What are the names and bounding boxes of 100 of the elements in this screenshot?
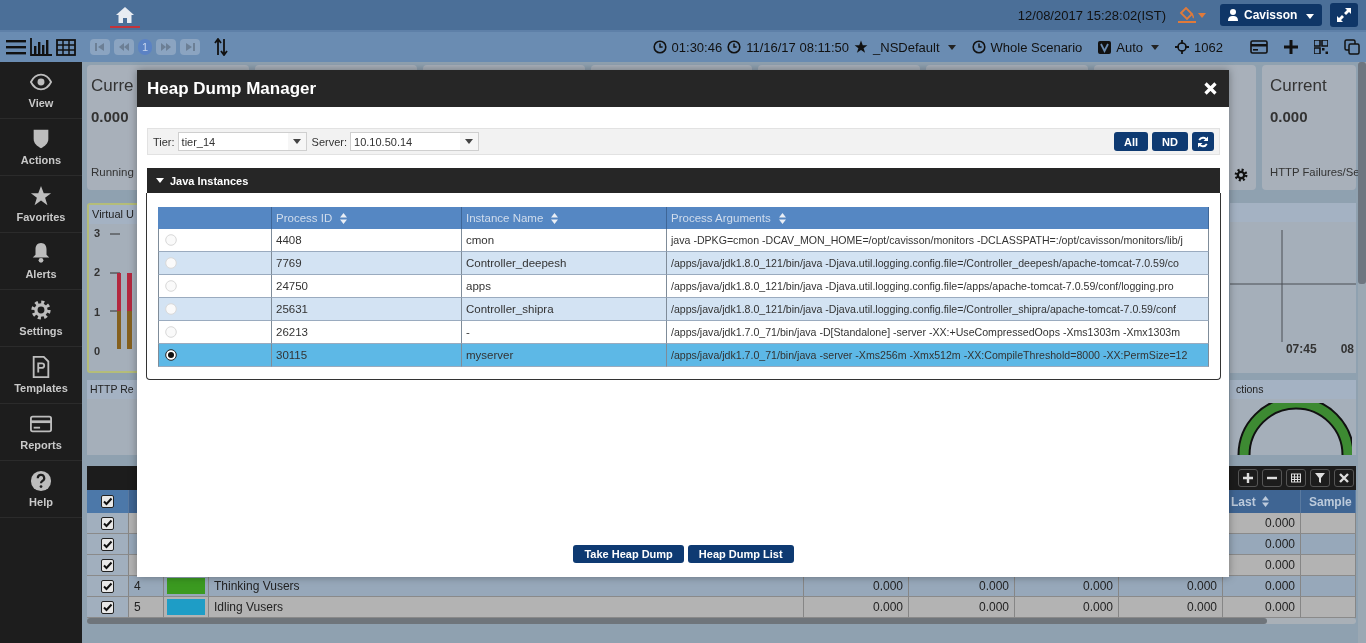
add-button[interactable]: [1238, 469, 1258, 487]
clock-icon: [727, 40, 742, 54]
checkbox[interactable]: [101, 558, 114, 572]
field-label: Tier:: [153, 135, 175, 148]
filter-button[interactable]: All: [1114, 132, 1149, 151]
filter-button[interactable]: [1310, 469, 1330, 487]
table-cell: 7769: [276, 257, 302, 269]
caret-icon: [1198, 12, 1206, 18]
table-cell: 30115: [276, 349, 308, 361]
remove-button[interactable]: [1262, 469, 1282, 487]
bar-chart-icon[interactable]: [30, 38, 52, 56]
table-cell: /apps/java/jdk1.7.0_71/bin/java -server -Xms256m -Xmx512m -XX:CompileThreshold=8000 -XX:PermSize=12: [671, 349, 1188, 361]
panel-title: Virtual U: [92, 208, 134, 220]
table-cell: 0.000: [1082, 579, 1113, 593]
table-icon: [1291, 473, 1301, 483]
clock-icon: [971, 40, 986, 54]
action-button[interactable]: Heap Dump List: [687, 545, 794, 563]
server-select[interactable]: 10.10.50.14: [350, 132, 480, 151]
metric-name: Idling Vusers: [214, 600, 283, 614]
row-number: 5: [134, 600, 141, 614]
user-icon: [1228, 9, 1238, 21]
user-menu-button[interactable]: Cavisson: [1220, 4, 1322, 26]
table-cell: apps: [466, 280, 491, 292]
add-icon: [1243, 473, 1253, 483]
table-cell: 4408: [276, 234, 302, 246]
table-cell: cmon: [466, 234, 495, 246]
table-cell: 0.000: [1186, 579, 1217, 593]
plus-icon[interactable]: [1284, 40, 1298, 54]
help-icon: [30, 470, 52, 492]
table-cell: java -DPKG=cmon -DCAV_MON_HOME=/opt/cavisson/monitors -DCLASSPATH=:/opt/cavisson/monitors/lib/j: [671, 234, 1183, 246]
settings-icon[interactable]: [1234, 168, 1248, 182]
table-cell: 0.000: [1186, 600, 1217, 614]
table-cell: 0.000: [1264, 600, 1295, 614]
expand-icon: [1337, 8, 1351, 22]
table-cell: -: [466, 326, 470, 338]
table-cell: 0.000: [978, 600, 1009, 614]
star-icon: [854, 40, 869, 54]
filter-icon: [1315, 473, 1325, 483]
field-label: Server:: [311, 135, 348, 148]
sort-icon[interactable]: [214, 38, 228, 56]
star-icon: [30, 185, 52, 207]
filter-button[interactable]: ND: [1152, 132, 1188, 151]
section-header[interactable]: Java Instances: [147, 168, 1220, 193]
caret-icon: [1151, 44, 1160, 50]
checkbox[interactable]: [101, 495, 114, 508]
favorite-dropdown[interactable]: _NSDefault: [873, 39, 956, 55]
action-button[interactable]: Take Heap Dump: [573, 545, 684, 563]
caret-icon: [947, 44, 956, 50]
home-tab[interactable]: [110, 5, 140, 28]
bell-icon: [30, 242, 52, 264]
close-button[interactable]: [1334, 469, 1354, 487]
metric-name: Thinking Vusers: [214, 579, 300, 593]
table-cell: 0.000: [1264, 537, 1295, 551]
card-title: Current: [1270, 76, 1327, 96]
checkbox[interactable]: [101, 516, 114, 530]
row-number: 4: [134, 579, 141, 593]
checkbox[interactable]: [101, 600, 114, 614]
eye-icon: [30, 71, 52, 93]
caret-icon: [1306, 14, 1314, 19]
start-time: 11/16/17 08:11:50: [746, 39, 850, 55]
scrollbar[interactable]: [87, 618, 1356, 624]
document-icon: [30, 356, 52, 378]
checkbox[interactable]: [101, 579, 114, 593]
table-cell: Controller_shipra: [466, 303, 554, 315]
column-header[interactable]: Last: [1231, 494, 1256, 509]
card-icon: [30, 413, 52, 435]
refresh-button[interactable]: [1192, 132, 1214, 151]
menu-icon[interactable]: [6, 39, 26, 55]
table-icon[interactable]: [56, 38, 76, 56]
copy-icon[interactable]: [1344, 39, 1360, 55]
column-header[interactable]: Sample: [1309, 494, 1352, 509]
card-caption: Running: [91, 166, 134, 180]
table-cell: /apps/java/jdk1.8.0_121/bin/java -Djava.util.logging.config.file=/Controller_deepesh/apache-tomcat-7.0.59/co: [671, 257, 1179, 269]
tier-select[interactable]: tier_14: [177, 132, 307, 151]
table-cell: 24750: [276, 280, 308, 292]
axis-label: 3: [94, 227, 102, 239]
radio-button[interactable]: [165, 349, 177, 361]
table-cell: 0.000: [872, 579, 903, 593]
sort-icon: [340, 212, 348, 224]
qr-code-icon[interactable]: [1314, 40, 1328, 54]
table-cell: 0.000: [1264, 516, 1295, 530]
previous-page-icon: [119, 43, 129, 51]
fullscreen-button[interactable]: [1330, 3, 1358, 27]
sort-icon: [778, 212, 786, 224]
mode-dropdown[interactable]: Auto: [1116, 39, 1160, 55]
card-value: 0.000: [91, 108, 129, 125]
table-cell: 0.000: [1264, 579, 1295, 593]
checkbox[interactable]: [101, 537, 114, 551]
axis-label: 0: [94, 345, 102, 357]
sort-icon: [1261, 496, 1269, 507]
scrollbar[interactable]: [1358, 62, 1366, 643]
table-cell: /apps/java/jdk1.7.0_71/bin/java -D[Standalone] -server -XX:+UseCompressedOops -Xms1303m -Xmx1303m: [671, 326, 1181, 338]
caret-icon: [292, 139, 301, 144]
time-range[interactable]: Whole Scenario: [990, 39, 1083, 55]
paint-bucket-icon: [1178, 7, 1196, 23]
axis-label: 07:45: [1285, 342, 1317, 356]
table-cell: 26213: [276, 326, 308, 338]
table-cell: 0.000: [872, 600, 903, 614]
table-button[interactable]: [1286, 469, 1306, 487]
card-icon[interactable]: [1250, 40, 1268, 54]
